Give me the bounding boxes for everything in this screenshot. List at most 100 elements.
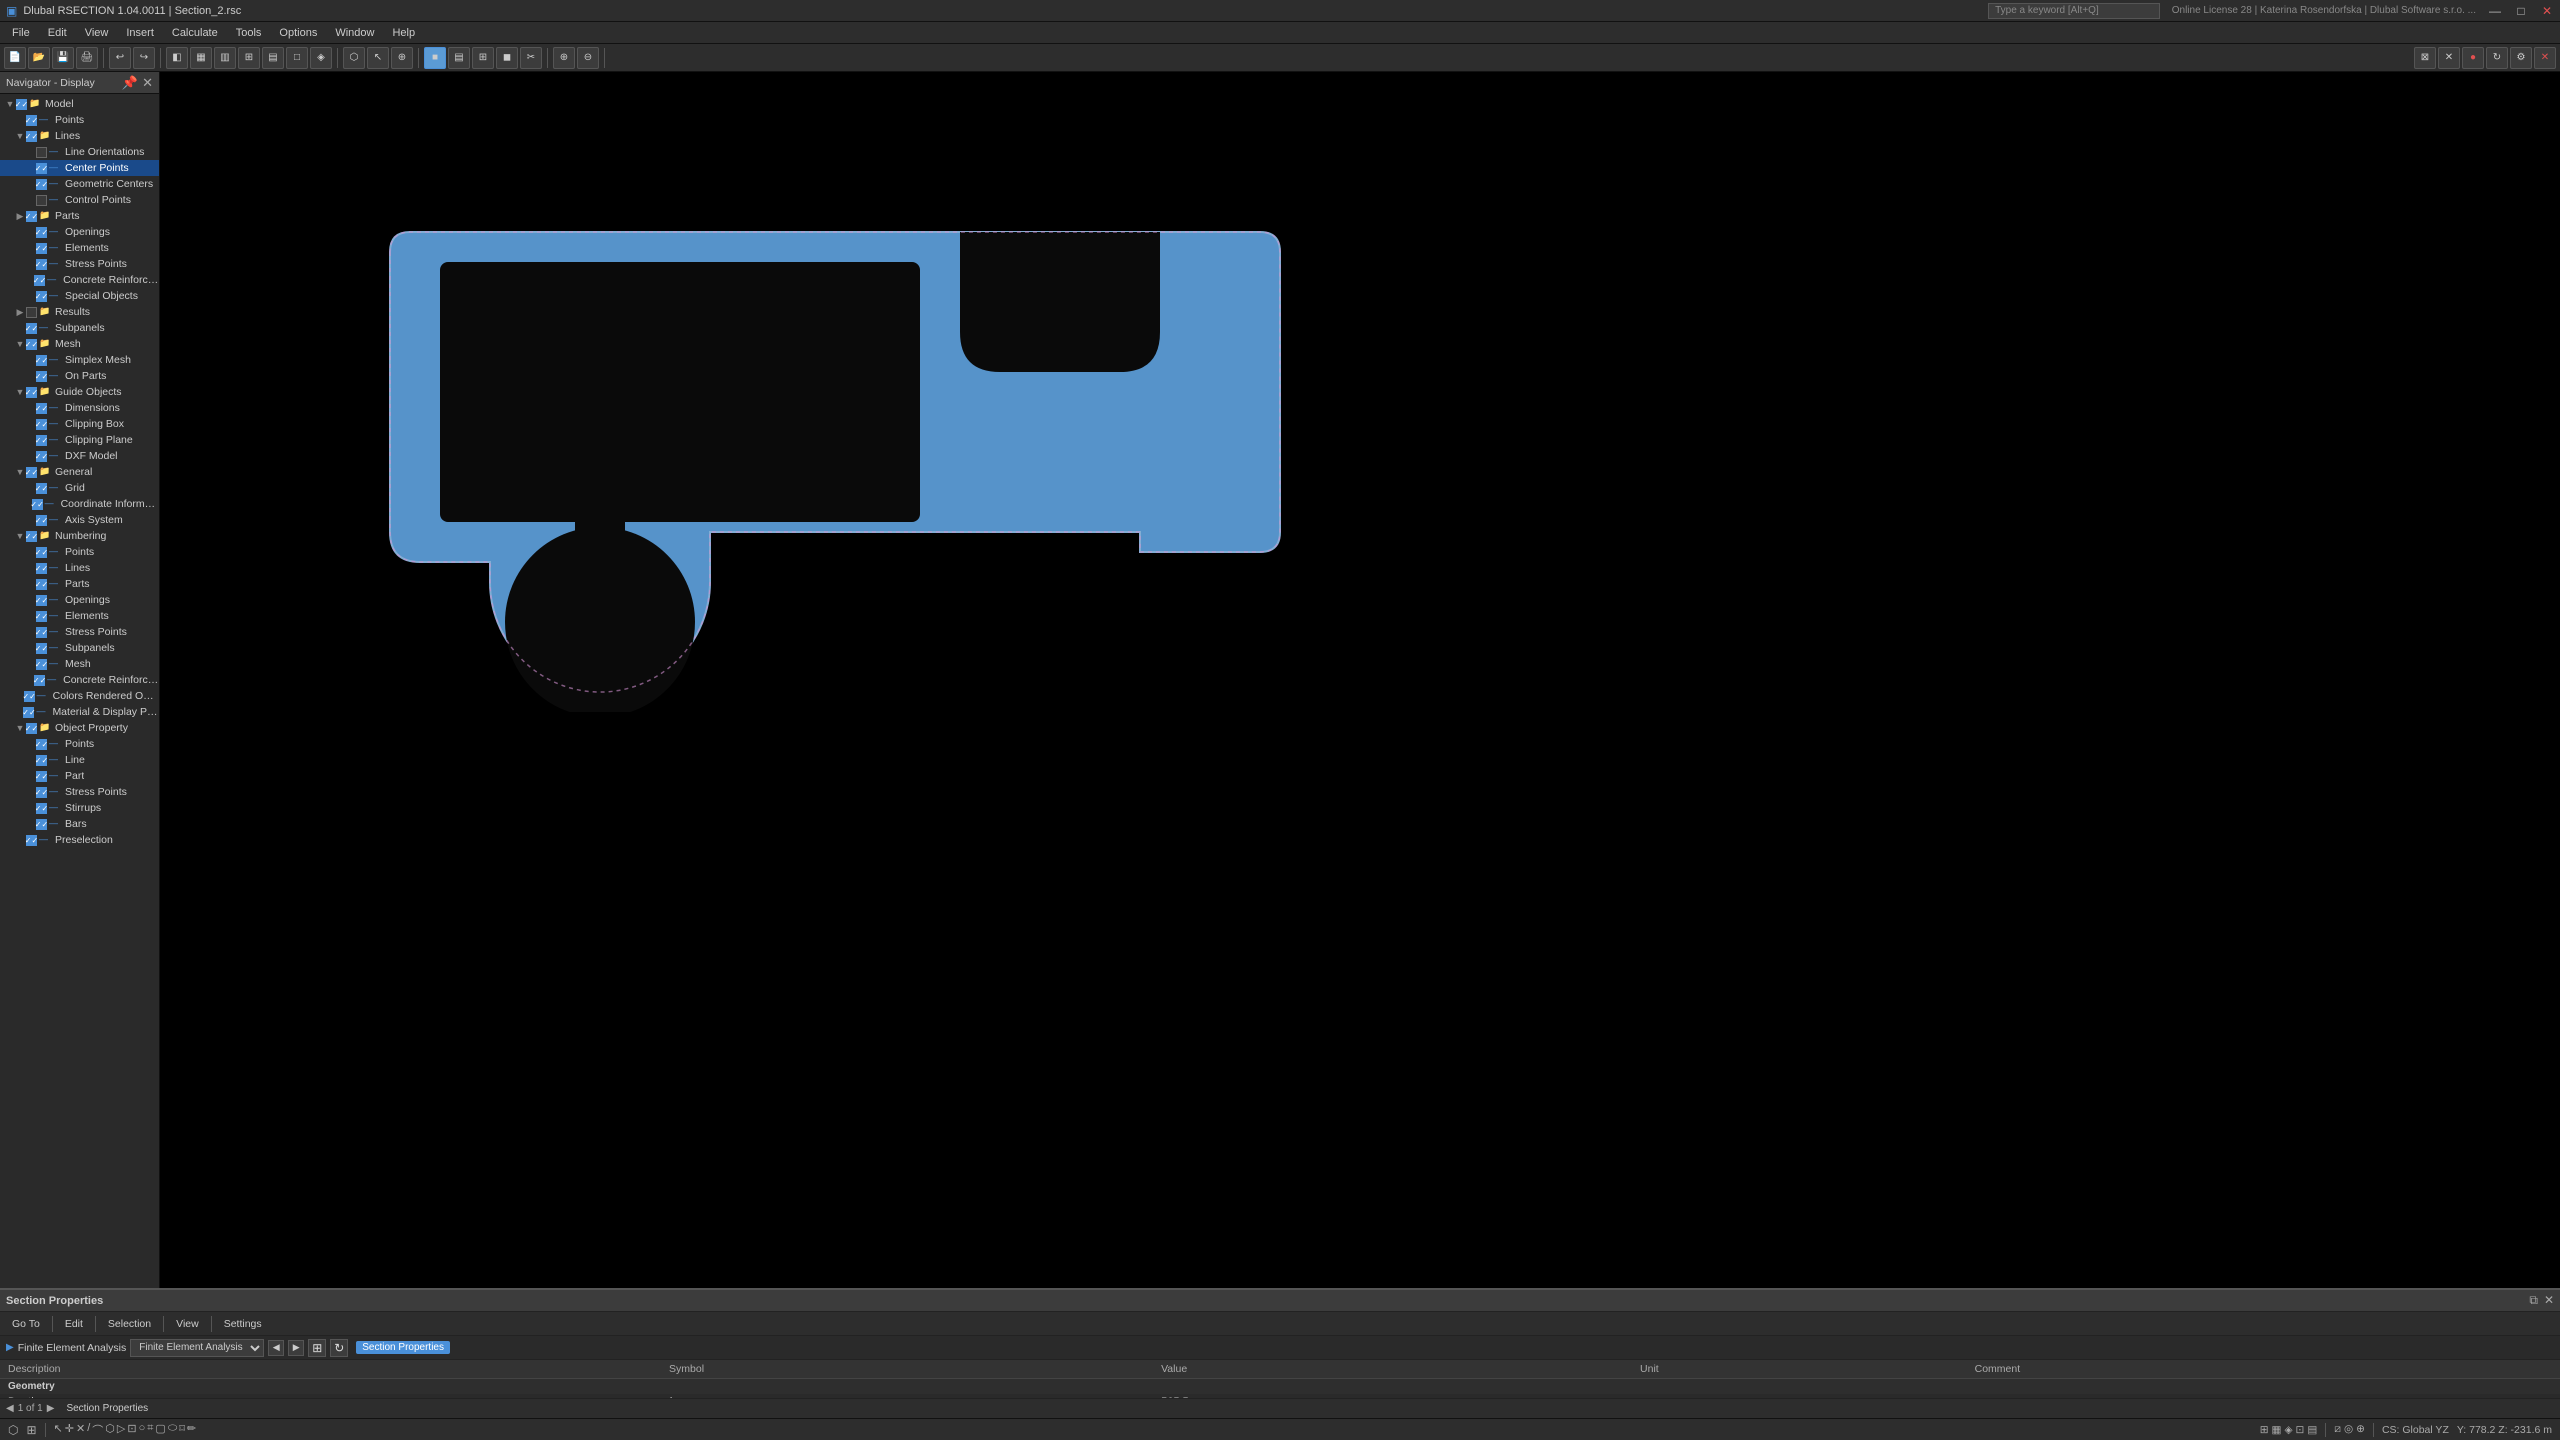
- toolbar-right3[interactable]: ↻: [2486, 47, 2508, 69]
- props-selection-btn[interactable]: Selection: [102, 1316, 157, 1332]
- menu-window[interactable]: Window: [327, 25, 382, 41]
- toolbar-undo[interactable]: ↩: [109, 47, 131, 69]
- page-prev-btn[interactable]: ◀: [6, 1403, 14, 1414]
- tree-item-grid[interactable]: ✓—Grid: [0, 480, 159, 496]
- tree-checkbox-subpanels[interactable]: ✓: [26, 323, 37, 334]
- tree-checkbox-clipping-box[interactable]: ✓: [36, 419, 47, 430]
- toolbar-view1[interactable]: ◧: [166, 47, 188, 69]
- search-box[interactable]: Type a keyword [Alt+Q]: [1988, 3, 2160, 19]
- toolbar-zoom-in[interactable]: ⊕: [553, 47, 575, 69]
- toolbar-print[interactable]: 🖨: [76, 47, 98, 69]
- tree-checkbox-stress-points[interactable]: ✓: [36, 259, 47, 270]
- menu-edit[interactable]: Edit: [40, 25, 75, 41]
- tree-item-special-objects[interactable]: ✓—Special Objects: [0, 288, 159, 304]
- tree-item-num-stress-points[interactable]: ✓—Stress Points: [0, 624, 159, 640]
- props-view-btn[interactable]: View: [170, 1316, 205, 1332]
- tree-item-stress-points[interactable]: ✓—Stress Points: [0, 256, 159, 272]
- tree-item-dimensions[interactable]: ✓—Dimensions: [0, 400, 159, 416]
- tree-item-geometric-centers[interactable]: ✓—Geometric Centers: [0, 176, 159, 192]
- tree-checkbox-openings[interactable]: ✓: [36, 227, 47, 238]
- tree-checkbox-grid[interactable]: ✓: [36, 483, 47, 494]
- toolbar-display2[interactable]: ⊞: [472, 47, 494, 69]
- tree-item-simplex-mesh[interactable]: ✓—Simplex Mesh: [0, 352, 159, 368]
- toolbar-view3[interactable]: ▥: [214, 47, 236, 69]
- menu-tools[interactable]: Tools: [228, 25, 270, 41]
- menu-view[interactable]: View: [77, 25, 117, 41]
- tree-expand-results[interactable]: ▶: [14, 306, 26, 318]
- props-close-btn[interactable]: ✕: [2544, 1293, 2554, 1308]
- tree-checkbox-axis-system[interactable]: ✓: [36, 515, 47, 526]
- toolbar-view7[interactable]: ◈: [310, 47, 332, 69]
- tree-item-elements[interactable]: ✓—Elements: [0, 240, 159, 256]
- tree-item-clipping-plane[interactable]: ✓—Clipping Plane: [0, 432, 159, 448]
- toolbar-new[interactable]: 📄: [4, 47, 26, 69]
- tree-item-num-mesh[interactable]: ✓—Mesh: [0, 656, 159, 672]
- tree-checkbox-obj-line[interactable]: ✓: [36, 755, 47, 766]
- tree-checkbox-obj-stirrups[interactable]: ✓: [36, 803, 47, 814]
- tree-item-dxf-model[interactable]: ✓—DXF Model: [0, 448, 159, 464]
- tree-checkbox-control-points[interactable]: [36, 195, 47, 206]
- tree-checkbox-num-lines[interactable]: ✓: [36, 563, 47, 574]
- toolbar-display1[interactable]: ▤: [448, 47, 470, 69]
- tree-item-material-display[interactable]: ✓—Material & Display Properties: [0, 704, 159, 720]
- toolbar-save[interactable]: 💾: [52, 47, 74, 69]
- tree-item-control-points[interactable]: —Control Points: [0, 192, 159, 208]
- tree-checkbox-obj-points[interactable]: ✓: [36, 739, 47, 750]
- toolbar-view6[interactable]: □: [286, 47, 308, 69]
- maximize-btn[interactable]: □: [2514, 4, 2528, 18]
- analysis-nav-next[interactable]: ▶: [288, 1340, 304, 1356]
- tree-checkbox-on-parts[interactable]: ✓: [36, 371, 47, 382]
- tree-item-on-parts[interactable]: ✓—On Parts: [0, 368, 159, 384]
- status-icon1[interactable]: ⬡: [8, 1423, 18, 1437]
- page-next-btn[interactable]: ▶: [47, 1403, 55, 1414]
- toolbar-display3[interactable]: ✂: [520, 47, 542, 69]
- tree-checkbox-results[interactable]: [26, 307, 37, 318]
- tree-checkbox-lines[interactable]: ✓: [26, 131, 37, 142]
- menu-insert[interactable]: Insert: [118, 25, 162, 41]
- tree-checkbox-geometric-centers[interactable]: ✓: [36, 179, 47, 190]
- tree-item-obj-bars[interactable]: ✓—Bars: [0, 816, 159, 832]
- tree-item-concrete-reinforcement[interactable]: ✓—Concrete Reinforcement: [0, 272, 159, 288]
- props-float-btn[interactable]: ⧉: [2529, 1293, 2538, 1308]
- tree-checkbox-clipping-plane[interactable]: ✓: [36, 435, 47, 446]
- menu-calculate[interactable]: Calculate: [164, 25, 226, 41]
- tree-checkbox-obj-bars[interactable]: ✓: [36, 819, 47, 830]
- tree-checkbox-numbering[interactable]: ✓: [26, 531, 37, 542]
- props-goto-btn[interactable]: Go To: [6, 1316, 46, 1332]
- toolbar-view5[interactable]: ▤: [262, 47, 284, 69]
- tree-item-num-concrete[interactable]: ✓—Concrete Reinforcement: [0, 672, 159, 688]
- tree-checkbox-preselection[interactable]: ✓: [26, 835, 37, 846]
- tree-checkbox-points[interactable]: ✓: [26, 115, 37, 126]
- toolbar-redo[interactable]: ↪: [133, 47, 155, 69]
- tree-item-parts[interactable]: ▶✓📁Parts: [0, 208, 159, 224]
- tree-checkbox-obj-part[interactable]: ✓: [36, 771, 47, 782]
- toolbar-select2[interactable]: ↖: [367, 47, 389, 69]
- toolbar-view2[interactable]: ▦: [190, 47, 212, 69]
- toolbar-select3[interactable]: ⊕: [391, 47, 413, 69]
- tree-item-obj-stirrups[interactable]: ✓—Stirrups: [0, 800, 159, 816]
- minimize-btn[interactable]: —: [2488, 4, 2502, 18]
- analysis-dropdown[interactable]: Finite Element Analysis: [130, 1339, 264, 1357]
- tree-checkbox-colors-rendered[interactable]: ✓: [24, 691, 35, 702]
- analysis-icon-btn[interactable]: ⊞: [308, 1339, 326, 1357]
- tree-item-points[interactable]: ✓—Points: [0, 112, 159, 128]
- menu-file[interactable]: File: [4, 25, 38, 41]
- tree-checkbox-num-subpanels[interactable]: ✓: [36, 643, 47, 654]
- tree-item-num-openings[interactable]: ✓—Openings: [0, 592, 159, 608]
- analysis-refresh-btn[interactable]: ↻: [330, 1339, 348, 1357]
- tree-checkbox-num-concrete[interactable]: ✓: [34, 675, 45, 686]
- menu-options[interactable]: Options: [271, 25, 325, 41]
- tree-checkbox-object-property[interactable]: ✓: [26, 723, 37, 734]
- tree-item-num-lines[interactable]: ✓—Lines: [0, 560, 159, 576]
- tree-checkbox-model[interactable]: ✓: [16, 99, 27, 110]
- toolbar-right5[interactable]: ✕: [2534, 47, 2556, 69]
- tree-checkbox-parts[interactable]: ✓: [26, 211, 37, 222]
- toolbar-right1[interactable]: ⊠: [2414, 47, 2436, 69]
- tree-expand-control-points[interactable]: [24, 194, 36, 206]
- tree-item-openings[interactable]: ✓—Openings: [0, 224, 159, 240]
- navigator-pin-btn[interactable]: 📌: [122, 75, 138, 91]
- props-edit-btn[interactable]: Edit: [59, 1316, 89, 1332]
- tree-item-obj-points[interactable]: ✓—Points: [0, 736, 159, 752]
- tree-checkbox-num-stress-points[interactable]: ✓: [36, 627, 47, 638]
- tree-checkbox-num-points[interactable]: ✓: [36, 547, 47, 558]
